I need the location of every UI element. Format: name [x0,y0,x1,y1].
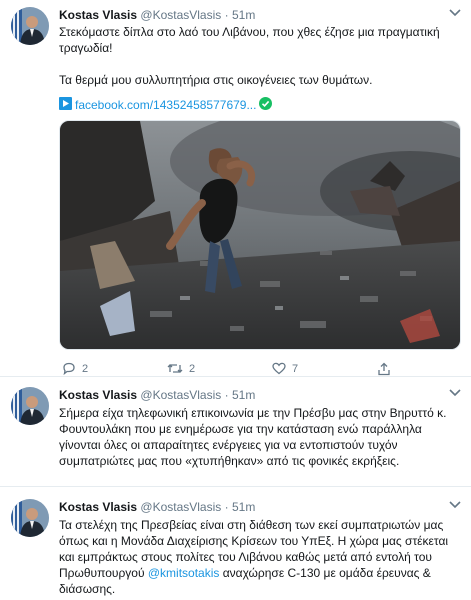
tweet-1[interactable]: Kostas Vlasis @KostasVlasis · 51m Στεκόμ… [0,0,471,376]
text-line: Στεκόμαστε δίπλα στο λαό του Λιβάνου, πο… [59,25,440,39]
reply-button[interactable]: 2 [62,362,88,375]
reply-icon [62,362,76,375]
tweet-3[interactable]: Kostas Vlasis @KostasVlasis · 51m Τα στε… [0,487,471,600]
retweet-icon [167,362,183,375]
tweet-2[interactable]: Kostas Vlasis @KostasVlasis · 51m Σήμερα… [0,377,471,481]
like-count: 7 [292,362,299,375]
caret-down-icon[interactable] [449,388,461,400]
text-line: Φουντουλάκη που με ενημέρωσε για την κατ… [59,422,422,436]
text-line: Πρωθυπουργού @kmitsotakis αναχώρησε C-13… [59,565,459,581]
tweet-text: Σήμερα είχα τηλεφωνική επικοινωνία με τη… [59,405,459,469]
share-button[interactable] [377,362,391,376]
author-name[interactable]: Kostas Vlasis [59,500,137,514]
facebook-link[interactable]: facebook.com/14352458577679... [75,98,256,112]
text-line: διάσωσης. [59,582,116,596]
text-line: συμπατριώτες μας που «χτυπήθηκαν» από τι… [59,454,400,468]
facebook-link-icon [59,97,72,113]
text-line: Τα στελέχη της Πρεσβείας είναι στη διάθε… [59,518,444,532]
tweet-header: Kostas Vlasis @KostasVlasis · 51m [59,500,255,515]
text-line: γίνονται όλες οι απαραίτητες ενέργειες γ… [59,438,398,452]
text-line: και εμπράκτως στους πολίτες του Λιβάνου … [59,550,432,564]
timestamp[interactable]: 51m [232,8,255,22]
caret-down-icon[interactable] [449,8,461,20]
text-line: όπως και η Μονάδα Διαχείρισης Κρίσεων το… [59,534,449,548]
tweet-text: Τα στελέχη της Πρεσβείας είναι στη διάθε… [59,517,459,597]
tweet-text: Στεκόμαστε δίπλα στο λαό του Λιβάνου, πο… [59,24,459,88]
link-row: facebook.com/14352458577679... [59,97,273,113]
author-handle[interactable]: @KostasVlasis [140,388,221,402]
avatar-photo [11,387,49,425]
verified-check-icon [259,97,273,113]
timestamp[interactable]: 51m [232,500,255,514]
separator-dot: · [224,8,229,22]
retweet-button[interactable]: 2 [167,362,195,375]
tweet-header: Kostas Vlasis @KostasVlasis · 51m [59,8,255,23]
author-handle[interactable]: @KostasVlasis [140,8,221,22]
avatar-photo [11,499,49,537]
text-line: Σήμερα είχα τηλεφωνική επικοινωνία με τη… [59,406,447,420]
author-handle[interactable]: @KostasVlasis [140,500,221,514]
like-button[interactable]: 7 [272,362,298,375]
tweet-header: Kostas Vlasis @KostasVlasis · 51m [59,388,255,403]
avatar[interactable] [11,499,49,537]
avatar[interactable] [11,7,49,45]
share-icon [377,362,391,376]
explosion-aftermath-image [60,121,460,349]
text-line: Τα θερμά μου συλλυπητήρια στις οικογένει… [59,73,373,87]
timestamp[interactable]: 51m [232,388,255,402]
avatar-photo [11,7,49,45]
retweet-count: 2 [189,362,196,375]
author-name[interactable]: Kostas Vlasis [59,388,137,402]
separator-dot: · [224,500,229,514]
author-name[interactable]: Kostas Vlasis [59,8,137,22]
caret-down-icon[interactable] [449,500,461,512]
mention-link[interactable]: @kmitsotakis [148,566,220,580]
avatar[interactable] [11,387,49,425]
tweet-photo[interactable] [59,120,461,350]
text-segment: Πρωθυπουργού [59,566,148,580]
text-segment: αναχώρησε C-130 με ομάδα έρευνας & [219,566,431,580]
reply-count: 2 [82,362,89,375]
separator-dot: · [224,388,229,402]
text-line: τραγωδία! [59,41,113,55]
like-icon [272,362,286,375]
